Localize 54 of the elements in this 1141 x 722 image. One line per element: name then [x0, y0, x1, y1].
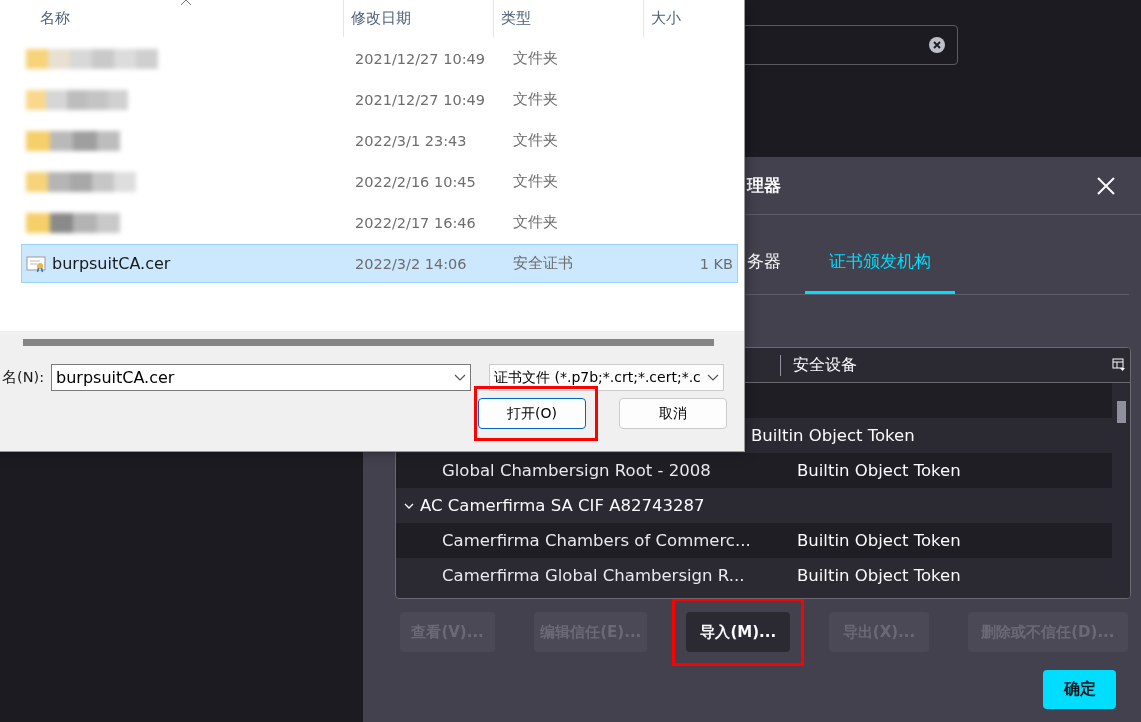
column-header[interactable]: 名称 [0, 0, 343, 37]
file-row[interactable]: 2021/12/27 10:49 文件夹 [21, 80, 738, 119]
date-cell-text: 2021/12/27 10:49 [354, 91, 486, 108]
chevron-down-icon [454, 373, 467, 382]
file-row[interactable]: 2022/2/16 10:45 文件夹 [21, 162, 738, 201]
file-row[interactable]: 2022/3/1 23:43 文件夹 [21, 121, 738, 160]
dialog-title: 理器 [747, 174, 782, 197]
table-cell-text: Builtin Object Token [796, 461, 961, 480]
column-header[interactable]: 类型 [493, 0, 643, 37]
file-name: burpsuitCA.cer [52, 254, 171, 273]
type-cell-text: 安全证书 [512, 254, 574, 273]
file-row[interactable]: 2021/12/27 10:49 文件夹 [21, 39, 738, 78]
scrollbar-thumb[interactable] [23, 339, 714, 346]
filename-field[interactable]: burpsuitCA.cer [51, 364, 472, 391]
date-cell-text: 2022/3/2 14:06 [354, 255, 468, 272]
file-type-dropdown[interactable]: 证书文件 (*.p7b;*.crt;*.cert;*.c [489, 364, 725, 391]
group-name: AC Camerfirma SA CIF A82743287 [420, 496, 705, 515]
file-row[interactable]: 2022/2/17 16:46 文件夹 [21, 203, 738, 242]
size-cell-text: 1 KB [698, 255, 734, 272]
table-cell-text: Builtin Object Token [796, 566, 961, 585]
date-cell-text: 2022/2/16 10:45 [354, 173, 477, 190]
dialog-button[interactable]: 打开(O) [478, 398, 586, 429]
date-cell-text: 2022/3/1 23:43 [354, 132, 468, 149]
column-header[interactable]: 安全设备 [780, 354, 1112, 376]
filename-label: 名(N): [2, 368, 45, 387]
close-button[interactable] [1095, 174, 1117, 197]
chevron-down-icon [707, 373, 720, 382]
certificate-name[interactable]: Global Chambersign Root - 2008 [442, 461, 711, 480]
certificate-name[interactable]: Camerfirma Global Chambersign R... [442, 566, 745, 585]
date-cell-text: 2021/12/27 10:49 [354, 50, 486, 67]
sort-up-icon[interactable] [180, 0, 192, 6]
table-cell-text: Builtin Object Token [750, 426, 915, 445]
file-type-value: 证书文件 (*.p7b;*.crt;*.cert;*.c [494, 368, 701, 387]
ok-button[interactable]: 确定 [1043, 670, 1116, 709]
type-cell-text: 文件夹 [512, 131, 559, 150]
clear-icon[interactable] [929, 37, 945, 53]
certificate-icon [26, 254, 46, 273]
filename-value: burpsuitCA.cer [56, 368, 175, 387]
type-cell-text: 文件夹 [512, 49, 559, 68]
type-cell-text: 文件夹 [512, 172, 559, 191]
type-cell-text: 文件夹 [512, 213, 559, 232]
column-header[interactable]: 修改日期 [343, 0, 493, 37]
scrollbar-thumb[interactable] [1117, 401, 1126, 423]
file-row[interactable]: burpsuitCA.cer 2022/3/2 14:06 安全证书 1 KB [21, 244, 738, 283]
certificate-name[interactable]: Camerfirma Chambers of Commerc... [442, 531, 751, 550]
tab[interactable]: 证书颁发机构 [805, 232, 955, 294]
column-header[interactable]: 大小 [643, 0, 744, 37]
type-cell-text: 文件夹 [512, 90, 559, 109]
dialog-button[interactable]: 取消 [619, 398, 727, 429]
tab[interactable]: 务器 [743, 232, 805, 294]
column-picker-icon[interactable] [1112, 358, 1126, 372]
table-cell-text: Builtin Object Token [796, 531, 961, 550]
date-cell-text: 2022/2/17 16:46 [354, 214, 477, 231]
action-button[interactable]: 导入(M)... [686, 612, 791, 652]
